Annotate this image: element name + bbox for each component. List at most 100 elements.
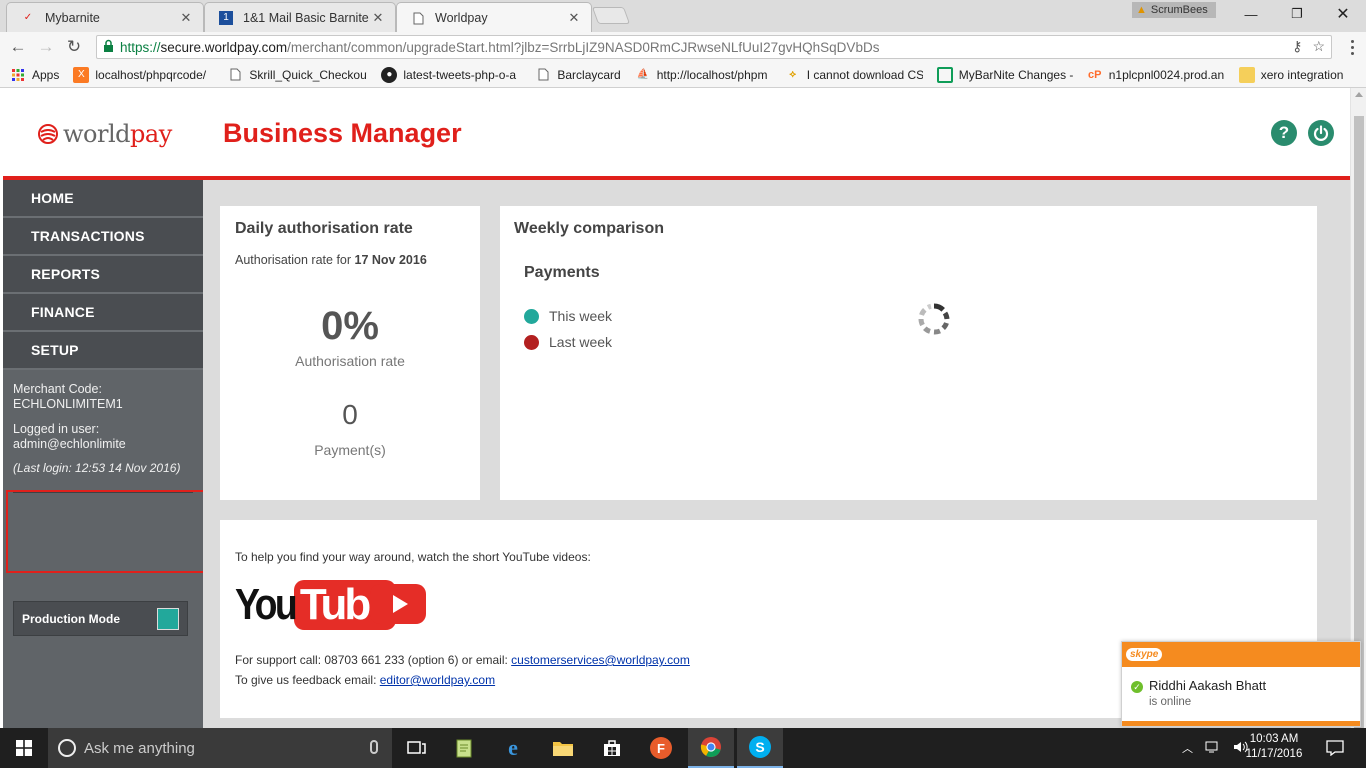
tray-chevron-up-icon[interactable]: ︿	[1182, 740, 1193, 756]
bookmark-star-icon[interactable]: ☆	[1312, 38, 1325, 55]
github-icon: ●	[381, 66, 398, 83]
youtube-you-text: You	[235, 580, 298, 629]
bookmark-barclaycard[interactable]: Barclaycard	[535, 67, 621, 83]
legend-last-week: Last week	[524, 334, 612, 350]
tab-mybarnite[interactable]: ✓ Mybarnite ✕	[6, 2, 204, 32]
phpmyadmin-icon: ⛵	[636, 69, 649, 80]
task-view-button[interactable]	[394, 728, 440, 768]
bookmark-cannot-download[interactable]: ⟡ I cannot download CS	[785, 67, 922, 83]
help-icon: ?	[1278, 123, 1290, 142]
page-title: Business Manager	[223, 118, 462, 148]
scroll-up-arrow-icon[interactable]	[1355, 92, 1363, 97]
back-button[interactable]: ←	[8, 37, 28, 57]
nav-setup[interactable]: SETUP	[3, 332, 203, 370]
production-mode-toggle[interactable]	[157, 607, 179, 630]
feedback-prefix: To give us feedback email:	[235, 673, 380, 687]
taskbar-filezilla[interactable]: F	[638, 728, 684, 768]
loading-spinner-icon	[918, 303, 950, 335]
contact-status: is online	[1149, 696, 1192, 708]
skype-notification[interactable]: skype ✓ Riddhi Aakash Bhatt is online	[1121, 641, 1361, 727]
taskbar-clock[interactable]: 10:03 AM 11/17/2016	[1240, 732, 1308, 762]
weekly-card-title: Weekly comparison	[514, 220, 664, 237]
close-icon[interactable]: ✕	[567, 10, 581, 25]
feedback-email-link[interactable]: editor@worldpay.com	[380, 673, 495, 687]
system-tray: ︿	[1182, 728, 1249, 768]
clock-time: 10:03 AM	[1249, 733, 1299, 745]
bookmark-localhost-phpqrcode[interactable]: X localhost/phpqrcode/	[73, 66, 213, 83]
maximize-button[interactable]: ❐	[1274, 0, 1320, 28]
merchant-code-value: ECHLONLIMITEM1	[13, 397, 123, 411]
page-scrollbar[interactable]	[1350, 88, 1366, 728]
bookmark-xero[interactable]: xero integration	[1238, 66, 1343, 83]
bookmark-cpanel[interactable]: cP n1plcpnl0024.prod.an	[1087, 67, 1225, 83]
cortana-search-box[interactable]: Ask me anything	[48, 728, 392, 768]
nav-transactions[interactable]: TRANSACTIONS	[3, 218, 203, 256]
taskbar-skype[interactable]: S	[737, 728, 783, 768]
bookmark-mybarnite-changes[interactable]: MyBarNite Changes -	[936, 66, 1073, 83]
legend-label: This week	[549, 308, 613, 324]
url-host: secure.worldpay.com	[160, 39, 288, 55]
microphone-icon[interactable]	[370, 740, 378, 754]
taskbar-file-explorer[interactable]	[540, 728, 586, 768]
bookmark-skrill[interactable]: Skrill_Quick_Checkout	[227, 67, 367, 83]
folder-icon	[1238, 66, 1255, 83]
contact-name: Riddhi Aakash Bhatt	[1149, 678, 1267, 693]
bookmark-latest-tweets[interactable]: ● latest-tweets-php-o-a	[381, 66, 521, 83]
bookmark-label: n1plcpnl0024.prod.an	[1108, 67, 1225, 82]
tab-1and1-mail[interactable]: 1 1&1 Mail Basic Barnite ✕	[204, 2, 396, 32]
close-icon[interactable]: ✕	[371, 10, 385, 25]
skype-icon: S	[749, 736, 771, 758]
nav-home[interactable]: HOME	[3, 180, 203, 218]
sidebar: HOME TRANSACTIONS REPORTS FINANCE SETUP …	[3, 180, 203, 728]
close-icon[interactable]: ✕	[179, 10, 193, 25]
legend-this-week: This week	[524, 308, 612, 324]
taskbar-chrome[interactable]	[688, 728, 734, 768]
minimize-button[interactable]: —	[1228, 0, 1274, 28]
worldpay-header: worldpay Business Manager ?	[3, 88, 1350, 180]
worldpay-swirl-icon	[38, 124, 58, 144]
profile-badge[interactable]: ▲ ScrumBees	[1132, 2, 1216, 18]
payments-count: 0	[342, 399, 358, 430]
bookmark-phpmyadmin[interactable]: ⛵ http://localhost/phpm	[635, 67, 771, 83]
taskbar-edge[interactable]: e	[490, 728, 536, 768]
worldpay-logo[interactable]: worldpay	[37, 120, 172, 148]
help-button[interactable]: ?	[1271, 120, 1297, 146]
logo-world-text: world	[63, 120, 131, 148]
scrollbar-thumb[interactable]	[1354, 116, 1364, 728]
bookmark-apps[interactable]: Apps	[10, 67, 59, 83]
weekly-comparison-card: Weekly comparison Payments This week Las…	[500, 206, 1317, 500]
taskbar-notepad-plus[interactable]	[442, 728, 488, 768]
forward-button[interactable]: →	[36, 37, 56, 57]
nav-finance[interactable]: FINANCE	[3, 294, 203, 332]
production-mode-label: Production Mode	[22, 611, 120, 626]
notification-icon	[1326, 740, 1344, 756]
daily-authorisation-card: Daily authorisation rate Authorisation r…	[220, 206, 480, 500]
start-button[interactable]	[0, 728, 48, 768]
profile-label: ScrumBees	[1150, 4, 1208, 16]
address-bar[interactable]: https://secure.worldpay.com/merchant/com…	[96, 35, 1332, 59]
url-path: /merchant/common/upgradeStart.html?jlbz=…	[287, 39, 880, 55]
key-icon[interactable]: ⚷	[1292, 38, 1302, 55]
window-close-button[interactable]: ✕	[1320, 0, 1366, 28]
task-view-icon	[407, 741, 426, 754]
cortana-icon	[58, 739, 76, 757]
merchant-code-label: Merchant Code:	[13, 382, 102, 396]
taskbar-store[interactable]	[589, 728, 635, 768]
browser-tab-strip: ✓ Mybarnite ✕ 1 1&1 Mail Basic Barnite ✕…	[0, 0, 1366, 33]
action-center-button[interactable]	[1312, 728, 1358, 768]
lock-icon	[103, 39, 114, 55]
weekly-card-subtitle: Payments	[524, 264, 600, 281]
reload-button[interactable]: ↻	[64, 37, 84, 57]
support-email-link[interactable]: customerservices@worldpay.com	[511, 653, 690, 667]
nav-reports[interactable]: REPORTS	[3, 256, 203, 294]
tab-worldpay[interactable]: Worldpay ✕	[396, 2, 592, 33]
daily-card-title: Daily authorisation rate	[235, 220, 413, 237]
authorisation-rate-label: Authorisation rate	[295, 353, 405, 369]
browser-menu-icon[interactable]	[1342, 36, 1362, 58]
network-icon[interactable]	[1205, 740, 1221, 757]
new-tab-button[interactable]	[591, 7, 631, 24]
logout-button[interactable]	[1308, 120, 1334, 146]
youtube-play-button[interactable]	[370, 584, 426, 624]
skype-logo: skype	[1126, 648, 1163, 661]
legend-swatch	[524, 308, 539, 324]
